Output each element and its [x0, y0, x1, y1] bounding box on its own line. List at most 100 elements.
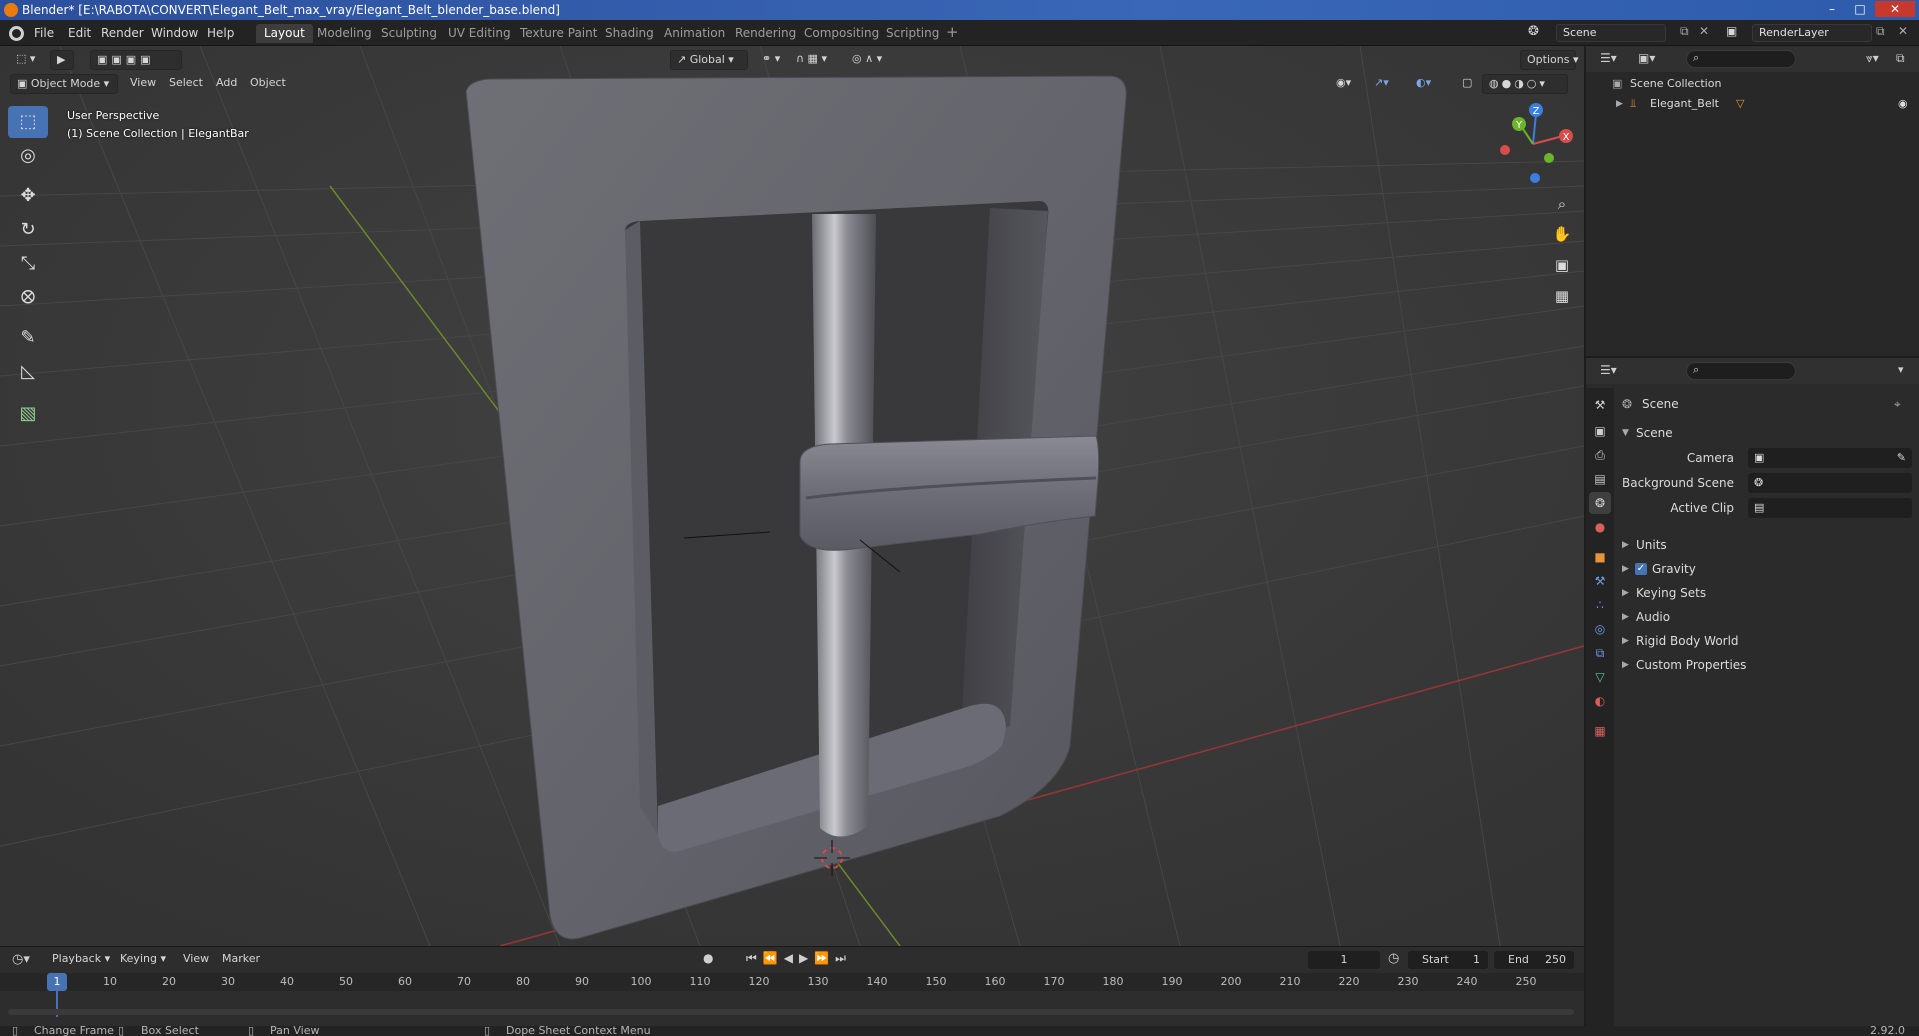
timeline-menu-marker[interactable]: Marker — [216, 950, 266, 970]
timeline-menu-view[interactable]: View — [177, 950, 215, 970]
keying-sets-panel-header[interactable]: ▶ Keying Sets — [1622, 582, 1912, 604]
pin-icon[interactable]: ⌖ — [1894, 394, 1901, 414]
move-tool-icon[interactable]: ✥ — [8, 180, 48, 212]
gravity-panel-header[interactable]: ▶ ✓ Gravity — [1622, 558, 1912, 580]
transform-tool-icon[interactable]: ⭙ — [8, 282, 48, 314]
world-tab-icon[interactable]: ● — [1589, 516, 1611, 538]
scene-panel-header[interactable]: ▼ Scene — [1622, 422, 1912, 444]
menu-edit[interactable]: Edit — [68, 26, 91, 40]
new-scene-icon[interactable]: ⧉ — [1680, 24, 1689, 39]
select-tool-icon[interactable]: ▶ — [50, 50, 74, 70]
scene-field[interactable]: Scene — [1556, 24, 1666, 42]
active-clip-field[interactable]: ▤ — [1748, 498, 1912, 518]
gravity-checkbox[interactable]: ✓ — [1635, 563, 1647, 575]
tab-scripting[interactable]: Scripting — [878, 24, 947, 43]
cursor-tool-icon[interactable]: ◎ — [8, 140, 48, 172]
pan-hand-icon[interactable]: ✋ — [1548, 220, 1576, 248]
data-tab-icon[interactable]: ▽ — [1589, 666, 1611, 688]
collapse-arrow-icon[interactable]: ▼ — [1622, 422, 1629, 444]
editor-type-icon[interactable]: ⬚ ▾ — [10, 50, 41, 70]
shading-mode-icons[interactable]: ◍●◑○▾ — [1482, 74, 1568, 94]
outliner-row-scene-collection[interactable]: ▣ Scene Collection — [1586, 74, 1919, 94]
scale-tool-icon[interactable]: ⤡ — [8, 248, 48, 280]
object-tab-icon[interactable]: ■ — [1589, 546, 1611, 568]
timeline-editor-type-icon[interactable]: ◷▾ — [12, 952, 30, 967]
options-dropdown[interactable]: Options ▾ — [1520, 50, 1578, 70]
pivot-icon[interactable]: ⚭ ▾ — [756, 50, 786, 70]
delete-view-layer-icon[interactable]: ✕ — [1898, 24, 1908, 38]
custom-properties-panel-header[interactable]: ▶ Custom Properties — [1622, 654, 1912, 676]
menu-window[interactable]: Window — [151, 26, 198, 40]
outliner-editor-type-icon[interactable]: ☰▾ — [1600, 51, 1617, 65]
eyedropper-icon[interactable]: ✎ — [1897, 448, 1906, 468]
gizmo-toggle-icon[interactable]: ↗▾ — [1368, 74, 1395, 94]
current-frame-field[interactable]: 1 — [1308, 951, 1380, 969]
transform-orientation-dropdown[interactable]: ↗ Global ▾ — [670, 50, 748, 70]
filter-icon[interactable]: ⩔▾ — [1866, 51, 1879, 66]
viewport-menu-add[interactable]: Add — [210, 74, 243, 94]
snap-icon[interactable]: ∩ ▦ ▾ — [790, 50, 833, 70]
timeline-scrollbar[interactable] — [8, 1009, 1574, 1015]
expand-arrow-icon[interactable]: ▶ — [1622, 654, 1629, 676]
renderlayer-field[interactable]: RenderLayer — [1752, 24, 1872, 42]
expand-arrow-icon[interactable]: ▶ — [1622, 630, 1629, 652]
overlays-icon[interactable]: ◐▾ — [1410, 74, 1437, 94]
tab-rendering[interactable]: Rendering — [727, 24, 804, 43]
record-icon[interactable]: ● — [703, 951, 713, 965]
visibility-icon[interactable]: ◉▾ — [1330, 74, 1357, 94]
mode-dropdown[interactable]: ▣ Object Mode ▾ — [10, 74, 118, 94]
menu-file[interactable]: File — [34, 26, 54, 40]
viewport-menu-object[interactable]: Object — [244, 74, 292, 94]
units-panel-header[interactable]: ▶ Units — [1622, 534, 1912, 556]
tab-modeling[interactable]: Modeling — [309, 24, 380, 43]
outliner-row-elegant-belt[interactable]: ▶ ⫫ Elegant_Belt ▽ ◉ — [1586, 94, 1919, 114]
particles-tab-icon[interactable]: ∴ — [1589, 594, 1611, 616]
menu-help[interactable]: Help — [207, 26, 234, 40]
select-box-tool-icon[interactable]: ⬚ — [8, 106, 48, 138]
menu-render[interactable]: Render — [101, 26, 144, 40]
render-tab-icon[interactable]: ▣ — [1589, 420, 1611, 442]
tab-compositing[interactable]: Compositing — [796, 24, 887, 43]
zoom-icon[interactable]: ⌕ — [1548, 190, 1576, 218]
close-icon[interactable]: ✕ — [1875, 1, 1915, 17]
proportional-edit-icon[interactable]: ◎ ∧ ▾ — [846, 50, 888, 70]
timeline-menu-keying[interactable]: Keying ▾ — [114, 950, 172, 970]
end-frame-field[interactable]: End 250 — [1494, 951, 1574, 969]
constraints-tab-icon[interactable]: ⧉ — [1589, 642, 1611, 664]
expand-arrow-icon[interactable]: ▶ — [1622, 558, 1629, 580]
tab-texture-paint[interactable]: Texture Paint — [512, 24, 605, 43]
delete-scene-icon[interactable]: ✕ — [1699, 24, 1709, 38]
expand-arrow-icon[interactable]: ▶ — [1622, 606, 1629, 628]
scene-selector-icon[interactable]: ❂ — [1528, 24, 1539, 39]
properties-options-icon[interactable]: ▾ — [1898, 363, 1904, 376]
minimize-icon[interactable]: – — [1819, 1, 1845, 17]
view-layer-icon[interactable]: ▣ — [1726, 24, 1737, 38]
audio-panel-header[interactable]: ▶ Audio — [1622, 606, 1912, 628]
blender-logo-icon[interactable] — [9, 26, 24, 41]
xray-icon[interactable]: ▢ — [1456, 74, 1478, 94]
output-tab-icon[interactable]: ⎙ — [1589, 444, 1611, 466]
expand-arrow-icon[interactable]: ▶ — [1616, 94, 1623, 114]
viewport-menu-view[interactable]: View — [124, 74, 162, 94]
background-scene-field[interactable]: ❂ — [1748, 473, 1912, 493]
viewport-menu-select[interactable]: Select — [163, 74, 209, 94]
annotate-tool-icon[interactable]: ✎ — [8, 322, 48, 354]
add-workspace-icon[interactable]: + — [946, 23, 959, 41]
modifier-icon[interactable]: ▽ — [1736, 94, 1744, 114]
new-view-layer-icon[interactable]: ⧉ — [1876, 24, 1885, 39]
material-tab-icon[interactable]: ◐ — [1589, 690, 1611, 712]
outliner-search-input[interactable]: ⌕ — [1686, 50, 1796, 68]
clock-icon[interactable]: ◷ — [1388, 951, 1399, 966]
scene-tab-icon[interactable]: ❂ — [1589, 492, 1611, 514]
timeline-menu-playback[interactable]: Playback ▾ — [46, 950, 116, 970]
texture-tab-icon[interactable]: ▦ — [1589, 720, 1611, 742]
tab-animation[interactable]: Animation — [656, 24, 733, 43]
playback-controls[interactable]: ⏮⏪◀▶⏩⏭ — [746, 951, 852, 966]
camera-view-icon[interactable]: ▣ — [1548, 251, 1576, 279]
measure-tool-icon[interactable]: ◺ — [8, 356, 48, 388]
rotate-tool-icon[interactable]: ↻ — [8, 214, 48, 246]
tab-uv-editing[interactable]: UV Editing — [440, 24, 519, 43]
add-cube-tool-icon[interactable]: ▧ — [8, 398, 48, 430]
playhead-frame[interactable]: 1 — [47, 973, 67, 991]
start-frame-field[interactable]: Start 1 — [1408, 951, 1488, 969]
